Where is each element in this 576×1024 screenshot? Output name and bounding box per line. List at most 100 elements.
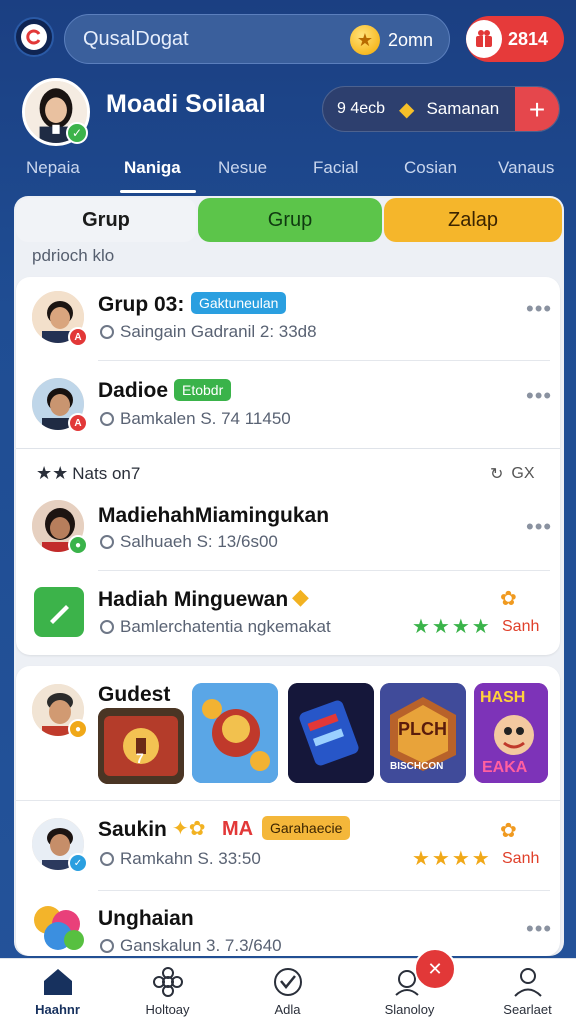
clock-icon	[100, 325, 114, 339]
check-circle-icon	[271, 966, 305, 998]
verified-icon: ✓	[66, 122, 88, 144]
game-tile-caption: HASH	[480, 689, 526, 706]
segment-grup-1[interactable]: Grup	[16, 198, 196, 242]
nav-searlaet[interactable]: Searlaet	[470, 959, 576, 1024]
row-subtitle-text: Ganskalun 3. 7.3/640	[120, 936, 282, 955]
section-label: pdrioch klo	[32, 246, 115, 265]
tab-0[interactable]: Nepaia	[26, 158, 80, 178]
row-subtitle: Bamkalen S. 74 11450	[100, 409, 291, 429]
segment-grup-2[interactable]: Grup	[198, 198, 382, 242]
row-subtitle-text: Bamlerchatentia ngkemakat	[120, 617, 331, 636]
reward-icon: ✿	[500, 588, 517, 610]
status-badge: A	[68, 327, 88, 347]
nav-label: Searlaet	[503, 1002, 552, 1017]
row-subtitle: Salhuaeh S: 13/6s00	[100, 532, 278, 552]
row-divider	[98, 570, 550, 571]
tag-badge: Garahaecie	[262, 816, 351, 840]
row-title[interactable]: Grup 03:	[98, 293, 184, 317]
refresh-label: GX	[511, 465, 535, 482]
tab-2[interactable]: Nesue	[218, 158, 267, 178]
rating-stars: ★★★★	[412, 616, 492, 638]
game-tile-1[interactable]: 7	[98, 708, 184, 784]
active-tab-indicator	[120, 190, 196, 193]
row-divider	[98, 360, 550, 361]
tag-badge: Etobdr	[174, 379, 232, 401]
gift-box-icon: ◆	[292, 584, 309, 609]
pencil-icon[interactable]	[34, 587, 84, 637]
clock-icon	[100, 412, 114, 426]
status-badge: ✓	[68, 853, 88, 873]
clock-icon	[100, 939, 114, 953]
close-badge-button[interactable]: ✕	[414, 948, 456, 990]
balloons-icon[interactable]	[30, 902, 86, 954]
nav-adla[interactable]: Adla	[230, 959, 345, 1024]
coin-counter[interactable]: ★ 2omn	[349, 15, 433, 65]
star-coin-icon: ★	[349, 25, 380, 55]
app-logo-icon[interactable]	[14, 17, 54, 57]
game-tile-caption: 7	[136, 750, 144, 766]
bag-icon: ◆	[399, 98, 415, 121]
nav-label: Holtoay	[145, 1002, 190, 1017]
nav-home[interactable]: Haahnr	[0, 959, 115, 1024]
section-divider	[16, 800, 560, 801]
nav-label: Adla	[274, 1002, 301, 1017]
user-icon	[511, 966, 545, 998]
game-tile-4[interactable]: PLCH BISCHCON	[380, 683, 466, 783]
tab-5[interactable]: Vanaus	[498, 158, 554, 178]
balance-pill[interactable]: 9 4ecb ◆ Samanan +	[322, 86, 560, 132]
row-title[interactable]: Dadioe	[98, 379, 168, 403]
side-value: Sanh	[502, 618, 540, 635]
clock-icon	[100, 852, 114, 866]
segment-zalap[interactable]: Zalap	[384, 198, 562, 242]
more-options-icon[interactable]: •••	[526, 296, 552, 322]
gift-icon[interactable]	[466, 20, 502, 58]
more-options-icon[interactable]: •••	[526, 916, 552, 942]
balance-right: Samanan	[426, 99, 500, 118]
refresh-control[interactable]: ↻ GX	[490, 464, 535, 484]
star-icon: ★★	[36, 463, 69, 483]
tab-3[interactable]: Facial	[313, 158, 358, 178]
more-options-icon[interactable]: •••	[526, 383, 552, 409]
search-value: QusalDogat	[83, 27, 189, 50]
status-badge: ●	[68, 535, 88, 555]
row-title[interactable]: Hadiah Minguewan	[98, 588, 288, 612]
game-tile-subcaption: BISCHCON	[390, 761, 444, 772]
reward-icon: ✿	[500, 820, 517, 842]
home-icon	[41, 966, 75, 998]
profile-name: Moadi Soilaal	[106, 90, 266, 118]
nav-holtoay[interactable]: Holtoay	[110, 959, 225, 1024]
top-bar: QusalDogat ★ 2omn 2814	[0, 0, 576, 76]
side-value: Sanh	[502, 850, 540, 867]
notification-count: 2814	[507, 28, 548, 49]
flower-icon	[151, 966, 185, 998]
ma-badge: MA	[222, 818, 254, 840]
game-tile-subcaption: EAKA	[482, 759, 528, 776]
search-input[interactable]: QusalDogat ★ 2omn	[64, 14, 450, 64]
coin-icon: ✦✿	[172, 818, 206, 840]
subheader: ★★ Nats on7	[36, 463, 140, 484]
row-title[interactable]: Saukin	[98, 818, 167, 842]
more-options-icon[interactable]: •••	[526, 514, 552, 540]
clock-icon	[100, 535, 114, 549]
row-divider	[98, 890, 550, 891]
category-tabs: Nepaia Naniga Nesue Facial Cosian Vanaus	[0, 150, 576, 194]
refresh-icon: ↻	[490, 466, 504, 483]
tab-1[interactable]: Naniga	[124, 158, 181, 178]
nav-label: Slanoloy	[384, 1002, 435, 1017]
tab-4[interactable]: Cosian	[404, 158, 457, 178]
add-balance-button[interactable]: +	[515, 87, 559, 131]
status-badge: ●	[68, 719, 88, 739]
subheader-label: Nats on7	[72, 463, 141, 483]
status-badge: A	[68, 413, 88, 433]
game-tile-3[interactable]	[288, 683, 374, 783]
section-divider	[16, 448, 560, 449]
row-subtitle: Saingain Gadranil 2: 33d8	[100, 322, 317, 342]
row-subtitle-text: Bamkalen S. 74 11450	[120, 409, 291, 428]
row-title[interactable]: MadiehahMiamingukan	[98, 504, 329, 528]
game-tile-2[interactable]	[192, 683, 278, 783]
row-title[interactable]: Unghaian	[98, 907, 194, 931]
game-tile-5[interactable]: HASH EAKA	[474, 683, 548, 783]
row-subtitle-text: Saingain Gadranil 2: 33d8	[120, 322, 317, 341]
row-subtitle: Bamlerchatentia ngkemakat	[100, 617, 331, 637]
rating-stars: ★★★★	[412, 848, 492, 870]
